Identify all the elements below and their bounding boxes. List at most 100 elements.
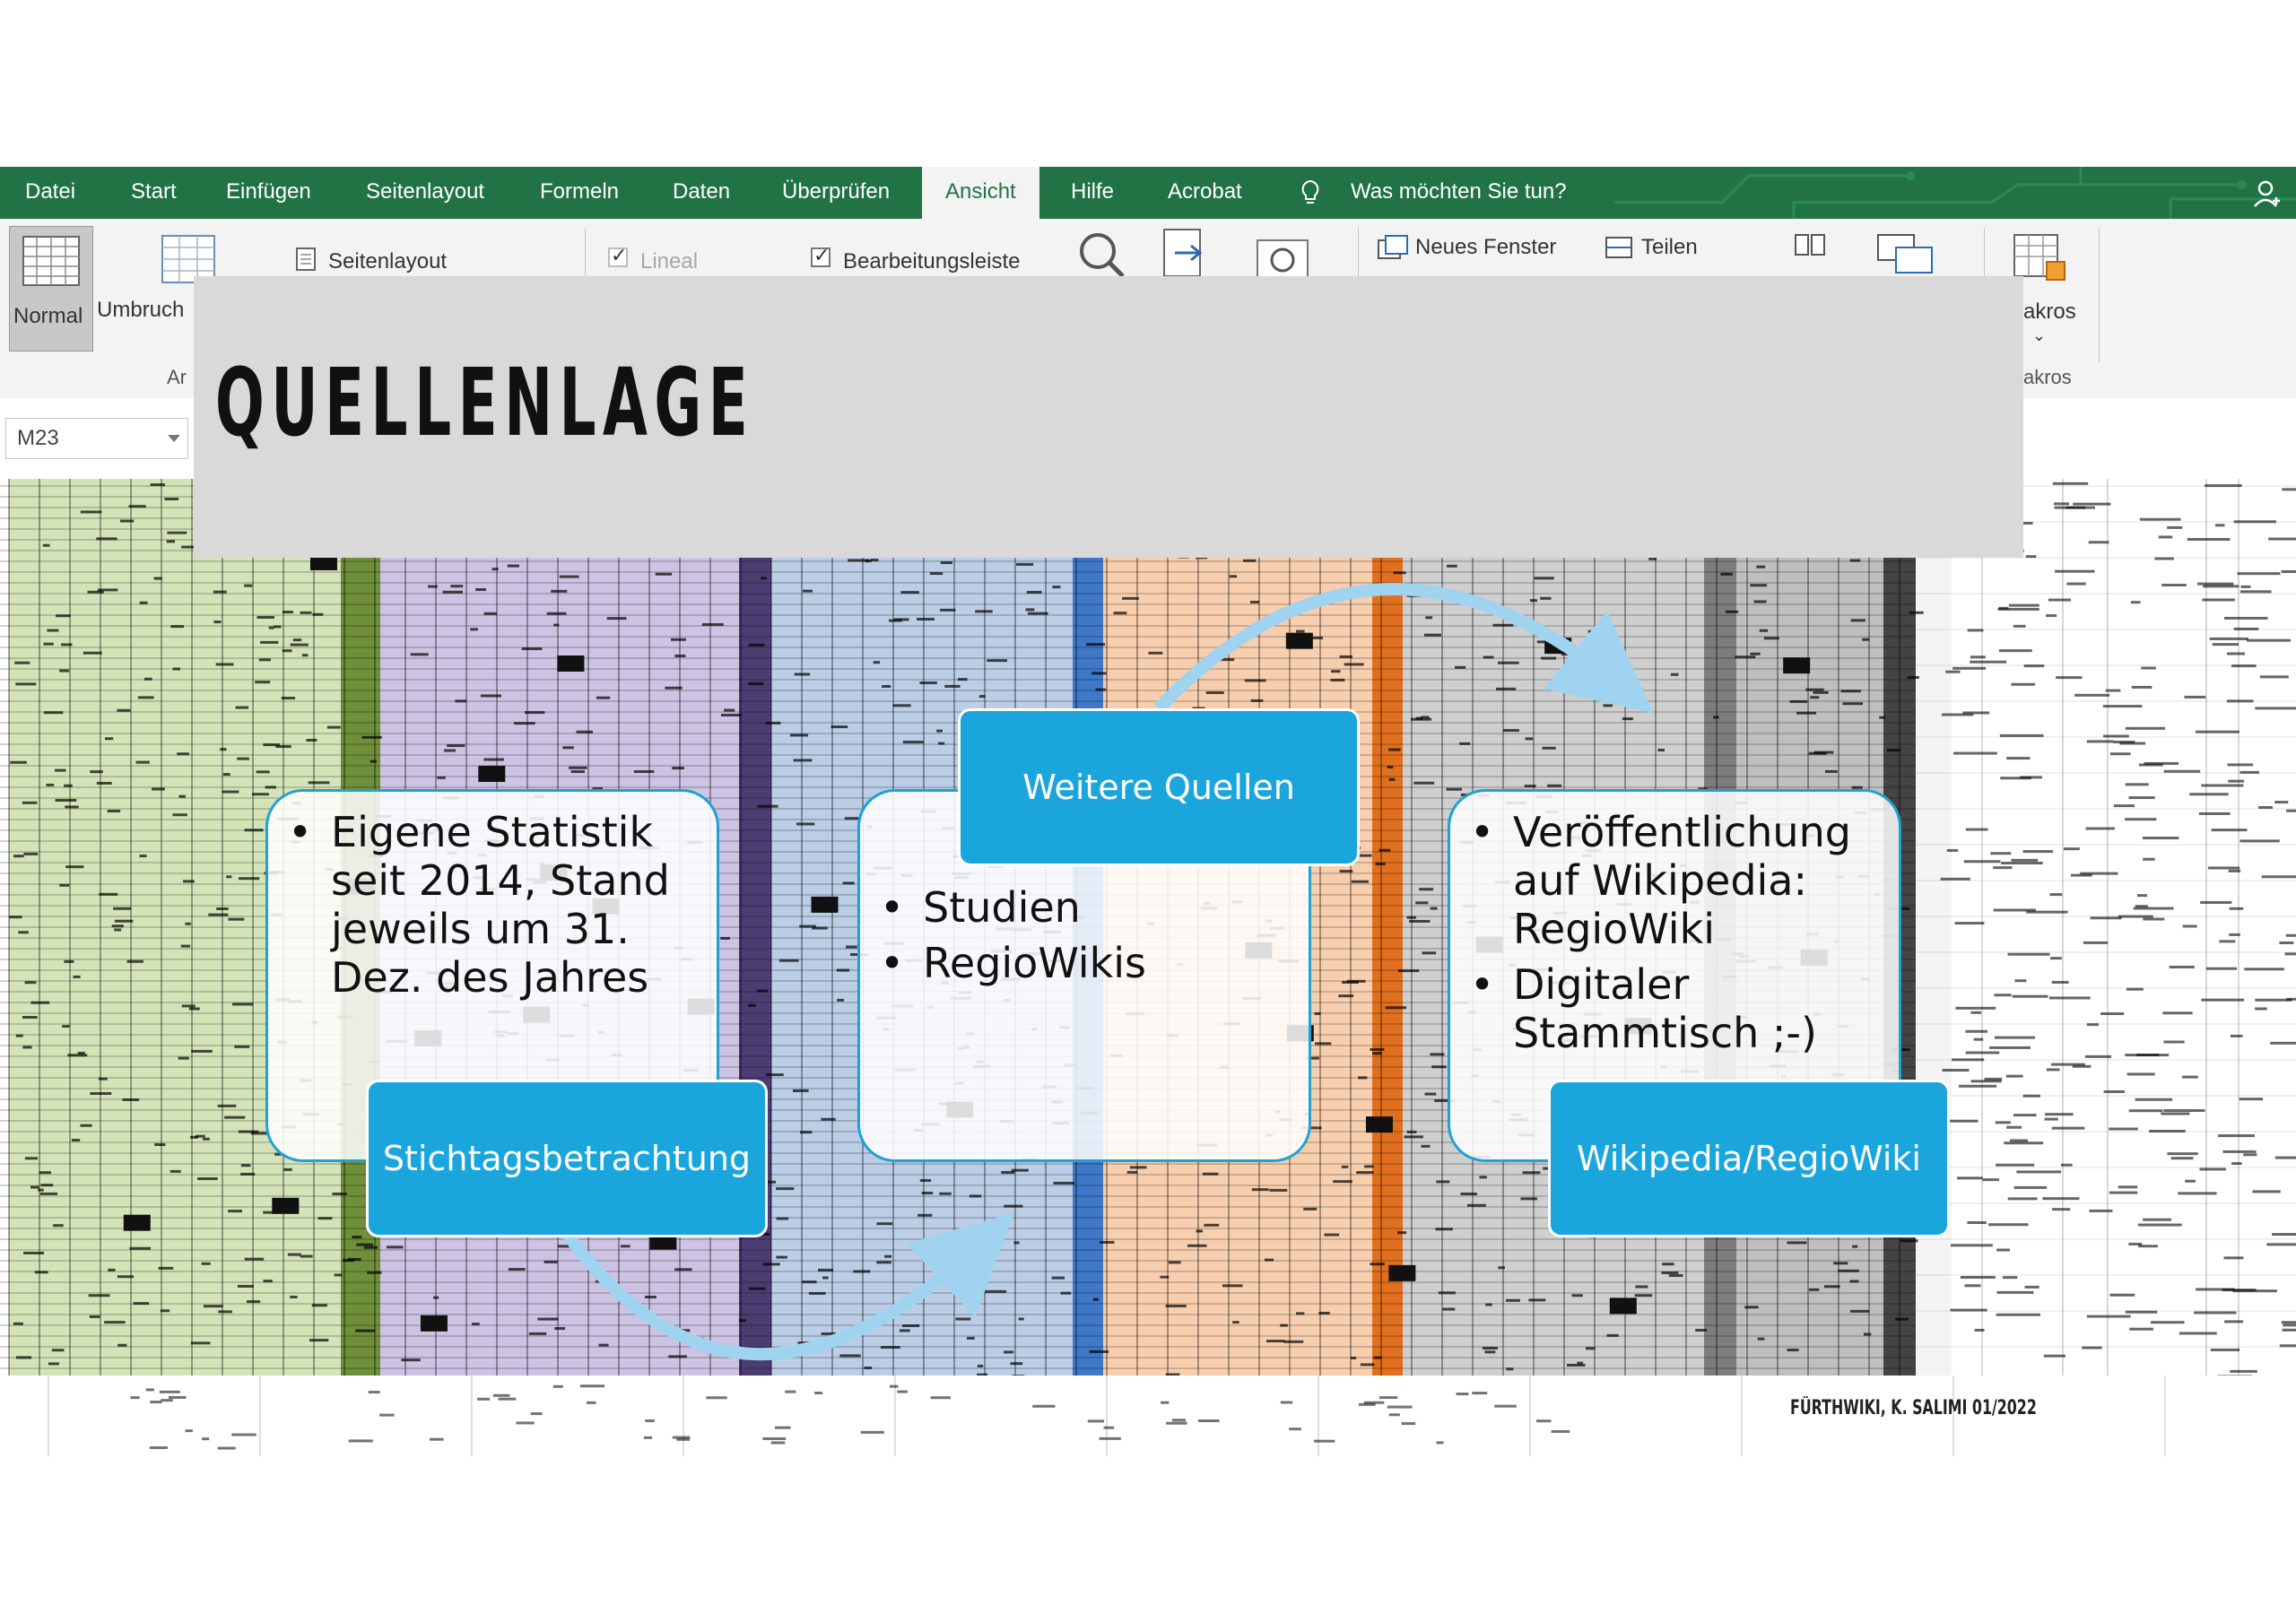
cell-text-mark: [2161, 1112, 2190, 1115]
cell-text-mark: [2118, 915, 2153, 918]
tab-acrobat[interactable]: Acrobat: [1168, 167, 1242, 219]
tab-ansicht[interactable]: Ansicht: [922, 167, 1039, 219]
cell-text-mark: [2026, 910, 2068, 914]
share-user-icon[interactable]: [2253, 179, 2282, 208]
cell-text-mark: [2179, 1332, 2217, 1335]
cell-text-mark: [2237, 572, 2281, 576]
cell-text-mark: [884, 1254, 892, 1258]
cell-text-mark: [1356, 1171, 1374, 1175]
cell-text-mark: [1459, 742, 1471, 745]
cell-text-mark: [2013, 1185, 2048, 1189]
cell-text-mark: [22, 801, 38, 804]
tab-datei[interactable]: Datei: [25, 167, 75, 219]
cell-text-mark: [22, 1046, 32, 1049]
cell-text-mark: [864, 1366, 873, 1369]
switch-windows-icon[interactable]: [1876, 233, 1934, 274]
cell-text-mark: [1460, 1192, 1477, 1195]
cell-text-mark: [2283, 1324, 2296, 1327]
lineal-checkbox[interactable]: [608, 244, 628, 267]
cell-text-mark: [1571, 1294, 1583, 1298]
cell-text-mark: [2143, 917, 2165, 921]
cell-text-mark: [368, 1391, 380, 1394]
cell-text-mark: [2229, 933, 2240, 936]
cell-text-mark: [1413, 781, 1435, 785]
normal-view-button[interactable]: Normal: [9, 226, 93, 352]
cell-text-mark: [308, 781, 330, 785]
cell-text-mark: [185, 1429, 193, 1433]
cell-text-mark: [154, 1143, 166, 1147]
cell-text-mark: [2279, 941, 2294, 944]
cell-text-mark: [1004, 1204, 1023, 1208]
new-window-button[interactable]: Neues Fenster: [1415, 235, 1556, 260]
cell-text-mark: [96, 781, 112, 785]
cell-text-mark: [2230, 1369, 2257, 1373]
cell-text-mark: [237, 757, 249, 760]
cell-text-mark: [301, 654, 309, 657]
cell-text-mark: [1963, 860, 2001, 864]
cell-text-mark: [797, 1341, 815, 1345]
cell-text-mark: [128, 505, 146, 508]
cell-text-mark: [1996, 1163, 2035, 1167]
tab-seitenlayout[interactable]: Seitenlayout: [366, 167, 484, 219]
cell-text-mark: [1013, 1241, 1020, 1245]
name-box[interactable]: M23: [5, 418, 188, 459]
tab-hilfe[interactable]: Hilfe: [1071, 167, 1114, 219]
chevron-down-icon[interactable]: [168, 435, 180, 442]
cell-text-mark: [2128, 1242, 2143, 1245]
cell-text-mark: [2129, 1327, 2154, 1331]
cell-text-mark: [1546, 784, 1562, 787]
cell-text-mark: [222, 790, 239, 794]
macros-dropdown-caret[interactable]: ⌄: [2032, 326, 2046, 345]
cell-text-mark: [129, 1246, 151, 1250]
filled-cell: [1544, 638, 1572, 655]
tab-daten[interactable]: Daten: [673, 167, 730, 219]
cell-text-mark: [645, 1295, 657, 1298]
cell-text-mark: [1753, 600, 1767, 603]
cell-text-mark: [2261, 875, 2296, 879]
cell-text-mark: [1946, 848, 1959, 852]
tab-einfuegen[interactable]: Einfügen: [226, 167, 311, 219]
side-by-side-icon[interactable]: [1794, 233, 1826, 258]
macros-button-label[interactable]: akros: [2023, 299, 2076, 325]
cell-text-mark: [537, 1317, 559, 1321]
cell-text-mark: [1960, 1275, 1996, 1279]
cell-text-mark: [814, 1391, 823, 1394]
cell-text-mark: [633, 769, 655, 773]
tab-start[interactable]: Start: [131, 167, 177, 219]
cell-text-mark: [2244, 968, 2284, 971]
cell-text-mark: [1415, 716, 1422, 720]
cell-text-mark: [1808, 1288, 1820, 1291]
zoom-100-icon[interactable]: [1256, 231, 1309, 282]
cell-text-mark: [1091, 672, 1107, 675]
zoom-to-selection-icon[interactable]: [1162, 228, 1213, 280]
cell-text-mark: [1466, 1203, 1486, 1207]
tab-formeln[interactable]: Formeln: [540, 167, 619, 219]
tell-me-search[interactable]: Was möchten Sie tun?: [1351, 167, 1567, 219]
cell-text-mark: [311, 1304, 327, 1307]
cell-text-mark: [761, 577, 767, 580]
cell-text-mark: [401, 1358, 421, 1362]
cell-text-mark: [64, 959, 74, 963]
cell-text-mark: [1171, 1419, 1187, 1422]
cell-text-mark: [2136, 894, 2147, 898]
cell-text-mark: [1026, 590, 1042, 594]
cell-text-mark: [2212, 643, 2239, 647]
cell-text-mark: [65, 805, 79, 809]
cell-text-mark: [83, 651, 102, 655]
tab-ueberpruefen[interactable]: Überprüfen: [782, 167, 890, 219]
cell-text-mark: [596, 696, 611, 699]
zoom-icon[interactable]: [1076, 230, 1126, 280]
cell-text-mark: [1506, 1367, 1514, 1371]
cell-text-mark: [2125, 818, 2157, 821]
page-break-view-label[interactable]: Umbruch: [97, 298, 184, 323]
bearbeitungsleiste-checkbox[interactable]: [811, 244, 831, 267]
cell-text-mark: [957, 1291, 974, 1295]
cell-text-mark: [24, 1157, 39, 1160]
page-layout-button[interactable]: Seitenlayout: [328, 249, 447, 274]
cell-text-mark: [748, 1003, 756, 1007]
cell-text-mark: [256, 770, 270, 774]
cell-text-mark: [1028, 612, 1048, 615]
cell-text-mark: [471, 1323, 480, 1326]
cell-text-mark: [2013, 1114, 2037, 1117]
split-button[interactable]: Teilen: [1641, 235, 1698, 260]
